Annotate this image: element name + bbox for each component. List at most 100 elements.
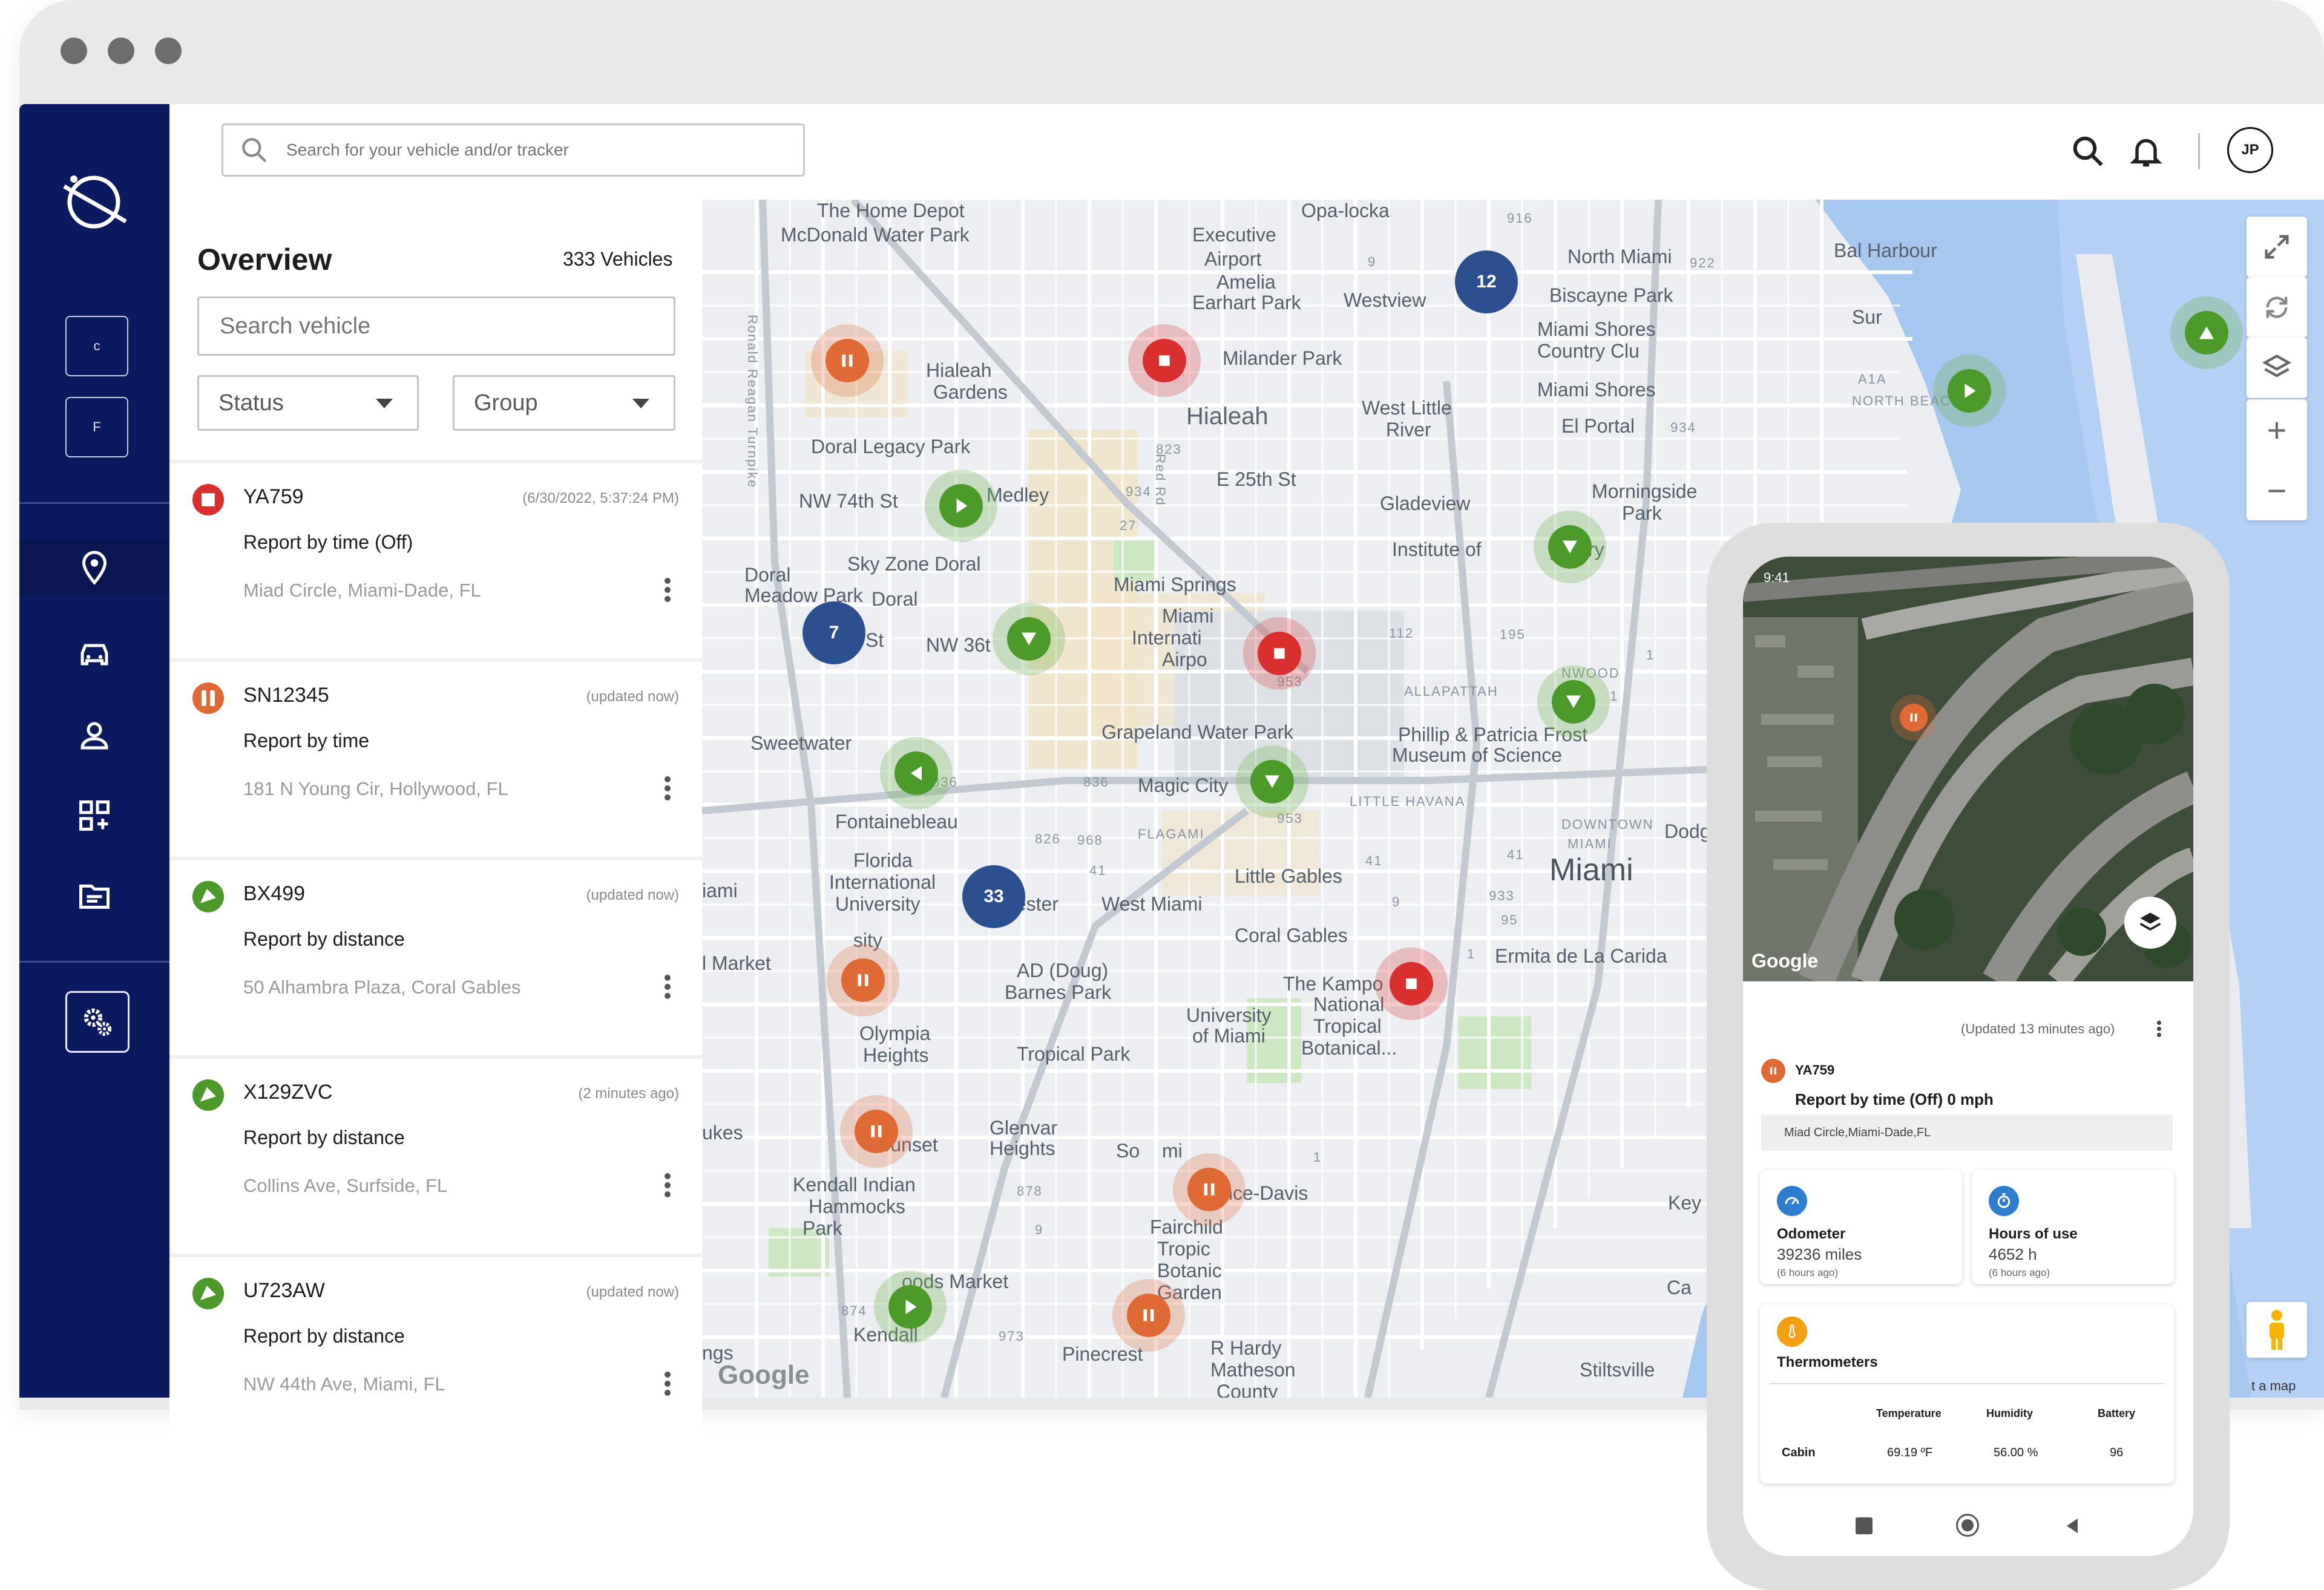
zoom-in-button[interactable]: + — [2247, 399, 2307, 460]
vehicle-marker-moving[interactable] — [1537, 666, 1610, 738]
more-options-icon[interactable] — [665, 972, 673, 1002]
arrow-right-icon — [1965, 384, 1976, 398]
map-label: Kendall Indian — [793, 1174, 916, 1196]
vehicle-marker-stopped[interactable] — [1243, 617, 1316, 690]
zoom-out-button[interactable]: − — [2247, 460, 2307, 520]
vehicle-list-item[interactable]: YA759 (6/30/2022, 5:37:24 PM) Report by ti… — [169, 460, 702, 657]
map-label: Amelia — [1216, 271, 1276, 293]
fullscreen-button[interactable] — [2247, 217, 2307, 277]
window-minimize-dot[interactable] — [108, 38, 134, 64]
more-options-icon[interactable] — [665, 773, 673, 803]
sidebar-item-users[interactable] — [67, 708, 122, 764]
vehicle-marker-stopped[interactable] — [1375, 947, 1448, 1020]
map-label: 9 — [1368, 254, 1377, 269]
layers-button[interactable] — [2247, 338, 2307, 398]
sidebar-item-vehicles[interactable] — [67, 627, 122, 682]
map-label: Country Clu — [1537, 340, 1640, 362]
vehicle-search[interactable] — [197, 296, 675, 356]
nav-back-button[interactable] — [2061, 1515, 2083, 1537]
nav-home-button[interactable] — [1956, 1514, 1979, 1537]
vehicle-marker-stopped[interactable] — [1128, 324, 1201, 397]
status-dropdown[interactable]: Status — [197, 375, 419, 431]
vehicle-cluster[interactable]: 7 — [803, 601, 865, 664]
global-search-input[interactable] — [285, 140, 772, 160]
map-label: National — [1313, 993, 1385, 1015]
status-paused-icon — [192, 682, 224, 714]
vehicle-report: Report by distance — [243, 1127, 405, 1148]
vehicle-marker-paused[interactable] — [1173, 1153, 1246, 1226]
map-label: 1 — [1313, 1150, 1322, 1165]
vehicle-updated: (6/30/2022, 5:37:24 PM) — [522, 490, 679, 506]
map-error-link[interactable]: t a map error — [2251, 1378, 2324, 1398]
avatar[interactable]: JP — [2227, 127, 2273, 173]
vehicle-list-item[interactable]: U723AW (updated now) Report by distance NW … — [169, 1254, 702, 1451]
more-options-icon[interactable] — [665, 1170, 673, 1200]
map-label: West Miami — [1101, 893, 1203, 915]
layers-button[interactable] — [2124, 897, 2176, 949]
sidebar-button-c[interactable]: c — [65, 316, 128, 376]
search-icon[interactable] — [2070, 133, 2106, 169]
vehicle-list-item[interactable]: SN12345 (updated now) Report by time 181 N … — [169, 658, 702, 856]
vehicle-list-item[interactable]: X129ZVC (2 minutes ago) Report by distance… — [169, 1055, 702, 1252]
map-label: St — [865, 629, 884, 651]
more-options-icon[interactable] — [665, 1369, 673, 1399]
vehicle-marker-moving[interactable] — [880, 737, 953, 810]
vehicle-search-input[interactable] — [218, 312, 645, 340]
vehicle-marker-paused[interactable] — [840, 1095, 913, 1168]
vehicle-marker-paused[interactable] — [811, 324, 884, 397]
vehicle-marker-moving[interactable] — [925, 469, 997, 542]
nav-recent-apps-button[interactable] — [1856, 1517, 1873, 1534]
pause-icon — [871, 1125, 882, 1137]
vehicle-report: Report by distance — [243, 928, 405, 950]
window-close-dot[interactable] — [61, 38, 87, 64]
status-moving-icon — [192, 881, 224, 912]
street-view-button[interactable] — [2247, 1302, 2307, 1358]
vehicle-cluster[interactable]: 33 — [962, 865, 1025, 928]
updated-time: (Updated 13 minutes ago) — [1961, 1021, 2115, 1036]
vehicle-cluster[interactable]: 12 — [1455, 250, 1518, 313]
map-label: McDonald Water Park — [781, 224, 970, 246]
app-logo-icon[interactable] — [56, 162, 132, 238]
map-label: 9 — [1035, 1222, 1044, 1237]
map-label: Sur — [1852, 306, 1882, 328]
chevron-right-icon[interactable] — [82, 1433, 111, 1462]
bell-icon[interactable] — [2128, 133, 2164, 169]
sidebar: c F — [19, 104, 169, 1459]
vehicle-marker-paused[interactable] — [827, 944, 899, 1016]
map-label: 874 — [841, 1303, 867, 1318]
window-controls — [61, 38, 182, 64]
vehicle-marker-moving[interactable] — [1236, 745, 1308, 818]
vehicle-marker-moving[interactable] — [1534, 511, 1606, 583]
global-search[interactable] — [222, 123, 805, 177]
speedometer-icon — [1777, 1186, 1807, 1216]
map-label: University — [1186, 1004, 1272, 1026]
satellite-map[interactable]: 9:41 Google — [1743, 557, 2193, 981]
table-row: Cabin 69.19 ºF 56.00 % 96 — [1760, 1446, 2152, 1464]
map-label: 1 — [1646, 647, 1655, 662]
odometer-value: 39236 miles — [1777, 1245, 1862, 1263]
thermometers-title: Thermometers — [1777, 1354, 1878, 1370]
vehicle-marker-paused[interactable] — [1112, 1279, 1185, 1352]
map-label: DOWNTOWN — [1561, 817, 1654, 832]
vehicle-list-item[interactable]: BX499 (updated now) Report by distance 50 A… — [169, 857, 702, 1054]
more-options-icon[interactable] — [665, 575, 673, 605]
more-options-icon[interactable] — [2157, 1019, 2163, 1039]
map-label: Bal Harbour — [1834, 240, 1937, 261]
refresh-button[interactable] — [2247, 277, 2307, 338]
sidebar-settings-button[interactable] — [65, 991, 130, 1053]
map-label: Internati — [1132, 627, 1202, 649]
vehicle-marker-moving[interactable] — [2170, 296, 2243, 369]
sidebar-item-map[interactable] — [19, 540, 169, 595]
map-label: Westview — [1344, 289, 1426, 311]
vehicle-marker-moving[interactable] — [1933, 355, 2006, 427]
vehicle-marker-moving[interactable] — [993, 603, 1065, 675]
vehicle-marker-moving[interactable] — [874, 1271, 947, 1343]
sidebar-divider — [19, 961, 169, 963]
group-dropdown[interactable]: Group — [453, 375, 675, 431]
window-maximize-dot[interactable] — [155, 38, 182, 64]
vehicle-marker-paused[interactable] — [1891, 695, 1937, 741]
sidebar-item-apps[interactable] — [67, 788, 122, 843]
sidebar-button-f[interactable]: F — [65, 397, 128, 457]
map-label: 1 — [1610, 689, 1619, 704]
sidebar-item-reports[interactable] — [67, 869, 122, 924]
